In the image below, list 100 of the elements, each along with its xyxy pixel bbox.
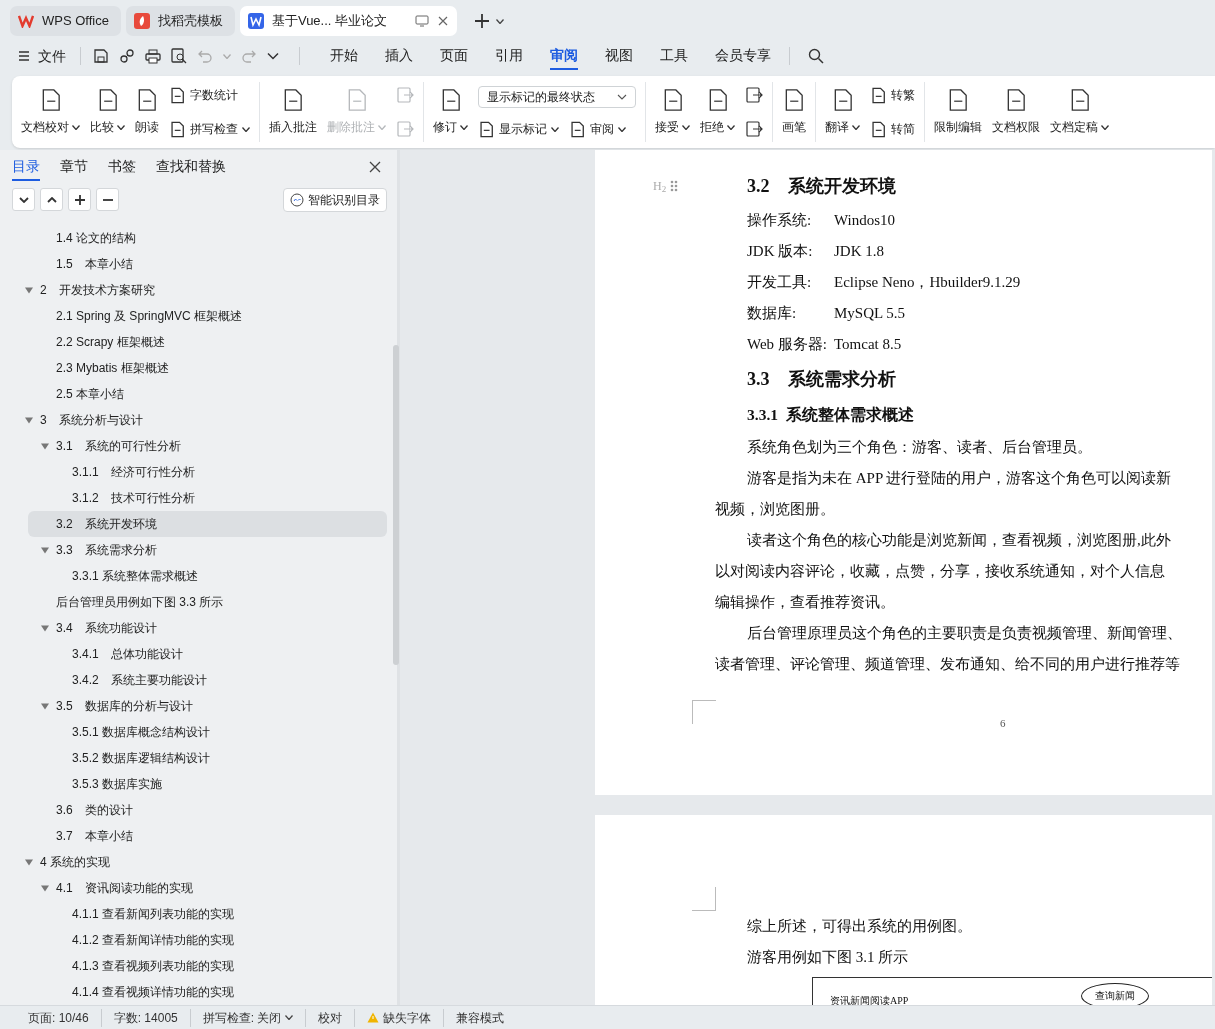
ribbon-button[interactable]: 修订 [429,88,472,136]
ribbon-button[interactable]: 拼写检查 [169,120,250,138]
use-case-ellipse: 查询新闻 [1081,983,1149,1005]
ribbon-tab[interactable]: 会员专享 [715,42,771,70]
toc-item[interactable]: 1.5 本章小结 [0,251,387,277]
browser-tab[interactable]: WPS Office [10,6,121,36]
toc-item[interactable]: 4.1.2 查看新闻详情功能的实现 [0,927,387,953]
text-line: 综上所述，可得出系统的用例图。 [747,917,972,937]
panel-tab[interactable]: 目录 [12,153,40,182]
print-preview-icon[interactable] [171,48,187,64]
ribbon-button[interactable]: 文档权限 [988,88,1044,136]
ribbon-button[interactable]: 限制编辑 [930,88,986,136]
ribbon-button[interactable]: 显示标记 [478,120,559,138]
close-icon[interactable] [437,15,450,27]
ribbon-tab[interactable]: 引用 [495,42,523,70]
toc-item[interactable]: 4.1.3 查看视频列表功能的实现 [0,953,387,979]
collapse-button[interactable] [12,188,35,212]
text-line: 以对阅读内容评论，收藏，点赞，分享，接收系统通知，对个人信息 [715,562,1165,582]
browser-tab[interactable]: 找稻壳模板 [125,6,235,36]
panel-tab[interactable]: 查找和替换 [156,153,226,182]
ribbon-button[interactable]: 审阅 [569,120,626,138]
search-icon[interactable] [808,48,824,64]
toc-item[interactable]: 3.4.1 总体功能设计 [0,641,387,667]
browser-tab[interactable]: 基于Vue... 毕业论文 [239,6,458,36]
toc-item[interactable]: 2 开发技术方案研究 [0,277,387,303]
scrollbar[interactable] [393,345,399,665]
toc-item[interactable]: 3.5.3 数据库实施 [0,771,387,797]
ribbon-tab[interactable]: 视图 [605,42,633,70]
ribbon-tab[interactable]: 审阅 [550,42,578,70]
document-icon [478,120,495,138]
panel-tab[interactable]: 章节 [60,153,88,182]
status-button[interactable]: 拼写检查: 关闭 [202,1008,294,1027]
toc-item[interactable]: 3.1.1 经济可行性分析 [0,459,387,485]
expanded-triangle-icon[interactable] [25,858,33,866]
ribbon-icon-button[interactable] [745,120,763,138]
status-button[interactable]: 缺失字体 [383,1008,432,1027]
toc-item[interactable]: 1.4 论文的结构 [0,225,387,251]
ribbon-button[interactable]: 翻译 [821,88,864,136]
toc-item[interactable]: 后台管理员用例如下图 3.3 所示 [0,589,387,615]
ribbon-button[interactable]: 字数统计 [169,86,250,104]
plus-icon[interactable] [474,13,491,29]
file-menu-button[interactable]: 文件 [16,45,68,67]
toc-item[interactable]: 3.4 系统功能设计 [0,615,387,641]
save-icon[interactable] [93,48,109,64]
markup-dropdown[interactable]: 显示标记的最终状态 [478,86,636,108]
ribbon-button[interactable]: 朗读 [131,88,163,136]
chevron-down-icon[interactable] [267,52,279,60]
expand-button[interactable] [40,188,63,212]
expanded-triangle-icon[interactable] [41,546,49,554]
expanded-triangle-icon[interactable] [41,442,49,450]
toc-item[interactable]: 3.4.2 系统主要功能设计 [0,667,387,693]
chevron-up-icon [46,196,57,203]
toc-item[interactable]: 2.2 Scrapy 框架概述 [0,329,387,355]
toc-item[interactable]: 3.1 系统的可行性分析 [0,433,387,459]
ribbon-button[interactable]: 插入批注 [265,88,321,136]
toc-item[interactable]: 3.3.1 系统整体需求概述 [0,563,387,589]
toc-item[interactable]: 3.6 类的设计 [0,797,387,823]
toc-item[interactable]: 3 系统分析与设计 [0,407,387,433]
remove-level-button[interactable] [96,188,119,212]
panel-tab[interactable]: 书签 [108,153,136,182]
toc-item[interactable]: 3.3 系统需求分析 [0,537,387,563]
ribbon-button[interactable]: 文档校对 [17,88,84,136]
close-icon[interactable] [369,161,381,174]
drag-handle-icon[interactable] [670,180,679,192]
toc-item[interactable]: 4 系统的实现 [0,849,387,875]
link-icon[interactable] [119,48,135,64]
smart-toc-button[interactable]: 智能识别目录 [283,187,387,212]
toc-item[interactable]: 2.3 Mybatis 框架概述 [0,355,387,381]
ribbon-tab[interactable]: 插入 [385,42,413,70]
toc-item[interactable]: 2.1 Spring 及 SpringMVC 框架概述 [0,303,387,329]
printer-icon[interactable] [145,48,161,64]
ribbon-button[interactable]: 文档定稿 [1046,88,1113,136]
ribbon-button[interactable]: 转繁 [870,86,915,104]
ribbon-button[interactable]: 画笔 [778,88,810,136]
toc-item[interactable]: 3.5 数据库的分析与设计 [0,693,387,719]
toc-item[interactable]: 4.1 资讯阅读功能的实现 [0,875,387,901]
expanded-triangle-icon[interactable] [25,286,33,294]
ribbon-tab[interactable]: 页面 [440,42,468,70]
expanded-triangle-icon[interactable] [25,416,33,424]
ribbon-button[interactable]: 拒绝 [696,88,739,136]
toc-item[interactable]: 3.2 系统开发环境 [28,511,387,537]
toc-item[interactable]: 3.7 本章小结 [0,823,387,849]
toc-item[interactable]: 2.5 本章小结 [0,381,387,407]
expanded-triangle-icon[interactable] [41,702,49,710]
ribbon-button[interactable]: 转简 [870,120,915,138]
ribbon-tab[interactable]: 开始 [330,42,358,70]
ribbon-tab[interactable]: 工具 [660,42,688,70]
toc-item[interactable]: 3.5.2 数据库逻辑结构设计 [0,745,387,771]
toc-item[interactable]: 3.1.2 技术可行性分析 [0,485,387,511]
text-line: 系统角色划为三个角色：游客、读者、后台管理员。 [747,438,1092,458]
add-level-button[interactable] [68,188,91,212]
toc-item[interactable]: 4.1.1 查看新闻列表功能的实现 [0,901,387,927]
toc-item[interactable]: 3.5.1 数据库概念结构设计 [0,719,387,745]
expanded-triangle-icon[interactable] [41,624,49,632]
expanded-triangle-icon[interactable] [41,884,49,892]
wps-logo-icon [18,14,34,28]
ribbon-button[interactable]: 接受 [651,88,694,136]
ribbon-button[interactable]: 比较 [86,88,129,136]
ribbon-icon-button[interactable] [745,86,763,104]
toc-item[interactable]: 4.1.4 查看视频详情功能的实现 [0,979,387,1005]
